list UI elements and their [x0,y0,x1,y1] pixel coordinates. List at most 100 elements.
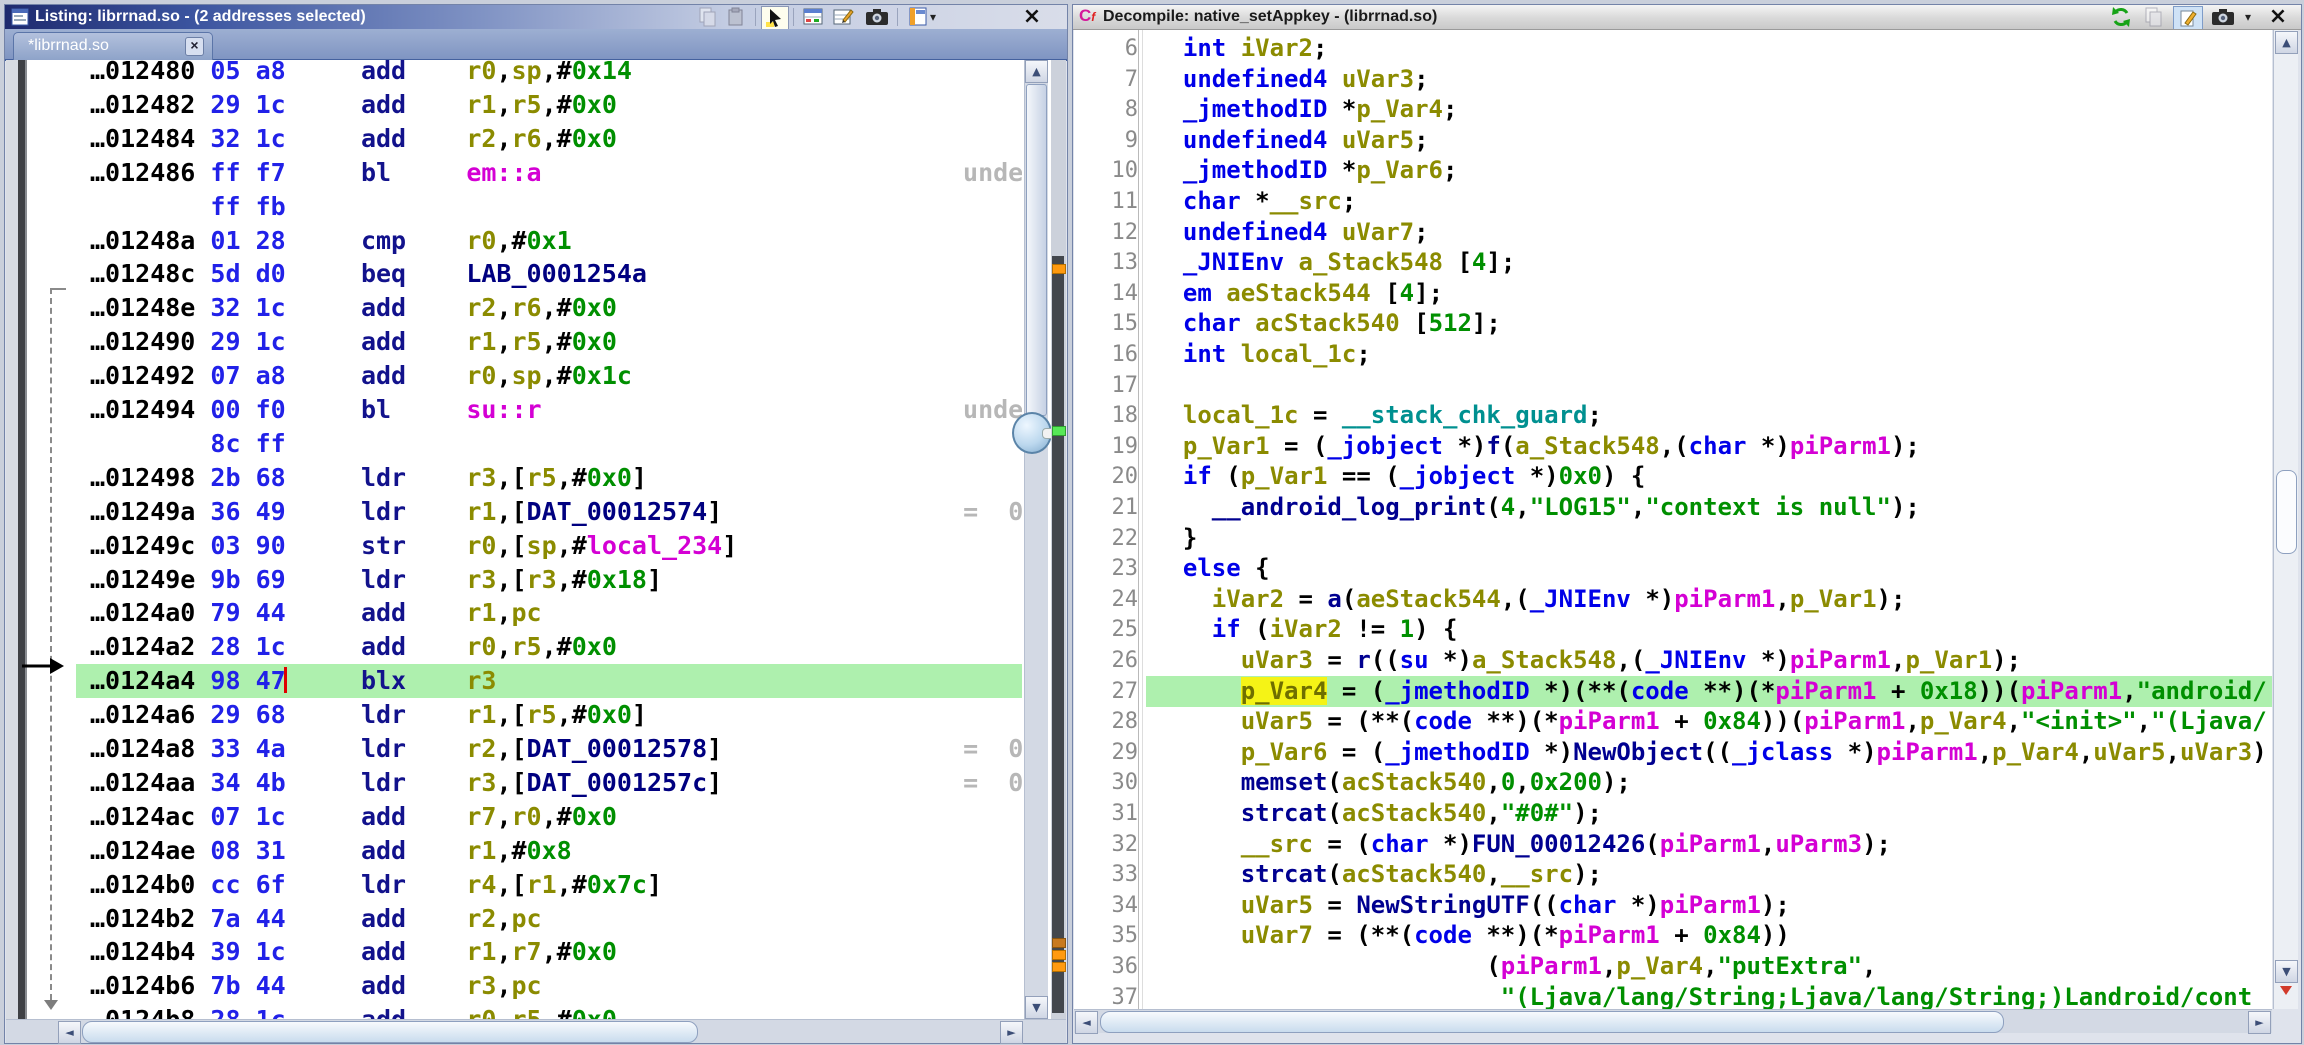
code-text[interactable]: memset(acStack540,0,0x200); [1146,767,2272,798]
scroll-up-icon[interactable]: ▲ [2275,31,2298,54]
refresh-icon[interactable] [2107,6,2135,28]
camera-icon[interactable] [863,6,891,28]
decompile-line[interactable]: 29 p_Var6 = (_jmethodID *)NewObject((_jc… [1074,737,2272,768]
decompile-line[interactable]: 19 p_Var1 = (_jobject *)f(a_Stack548,(ch… [1074,431,2272,462]
code-text[interactable]: else { [1146,553,2272,584]
decompile-line[interactable]: 24 iVar2 = a(aeStack544,(_JNIEnv *)piPar… [1074,584,2272,615]
code-text[interactable]: if (iVar2 != 1) { [1146,614,2272,645]
listing-hscrollbar[interactable]: ◄ ► [6,1019,1066,1043]
listing-row[interactable]: …0124b0 cc 6f ldr r4,[r1,#0x7c] [76,868,1022,902]
decompile-line[interactable]: 14 em aeStack544 [4]; [1074,278,2272,309]
decompile-line[interactable]: 12 undefined4 uVar7; [1074,217,2272,248]
scroll-right-icon[interactable]: ► [1000,1021,1023,1044]
decompiler-hscrollbar[interactable]: ◄ ► [1074,1009,2272,1033]
decompiler-vscrollbar[interactable]: ▲ ▼ [2273,30,2298,1009]
decompile-line[interactable]: 10 _jmethodID *p_Var6; [1074,155,2272,186]
copy-icon[interactable] [695,6,721,28]
listing-row[interactable]: …012484 32 1c add r2,r6,#0x0 [76,122,1022,156]
decompile-line[interactable]: 23 else { [1074,553,2272,584]
dropdown-arrow-icon[interactable]: ▾ [930,10,936,24]
code-text[interactable]: p_Var4 = (_jmethodID *)(**(code **)(*piP… [1146,676,2272,707]
cursor-marker-green[interactable] [1052,426,1066,436]
listing-titlebar[interactable]: Listing: librrnad.so - (2 addresses sele… [5,5,1067,29]
listing-row[interactable]: …012492 07 a8 add r0,sp,#0x1c [76,359,1022,393]
bookmark-marker-orange[interactable] [1052,962,1066,972]
decompile-line[interactable]: 31 strcat(acStack540,"#0#"); [1074,798,2272,829]
listing-hscroll-thumb[interactable] [82,1021,698,1043]
listing-row[interactable]: …0124a0 79 44 add r1,pc [76,596,1022,630]
bookmark-marker-orange[interactable] [1052,950,1066,960]
listing-row[interactable]: …0124aa 34 4b ldr r3,[DAT_0001257c] = 00 [76,766,1022,800]
bookmark-marker-orange[interactable] [1052,264,1066,274]
decompile-line[interactable]: 35 uVar7 = (**(code **)(*piParm1 + 0x84)… [1074,920,2272,951]
listing-row[interactable]: …0124b4 39 1c add r1,r7,#0x0 [76,935,1022,969]
decompile-line[interactable]: 33 strcat(acStack540,__src); [1074,859,2272,890]
code-text[interactable]: p_Var1 = (_jobject *)f(a_Stack548,(char … [1146,431,2272,462]
code-text[interactable]: __android_log_print(4,"LOG15","context i… [1146,492,2272,523]
listing-row[interactable]: …0124b8 28 1c add r0,r5,#0x0 [76,1003,1022,1019]
bookmark-marker-dark-orange[interactable] [1052,938,1066,948]
decompiler-vscroll-thumb[interactable] [2276,470,2297,554]
table-pencil-icon[interactable] [829,6,857,28]
listing-row[interactable]: …01248c 5d d0 beq LAB_0001254a [76,257,1022,291]
decompile-line[interactable]: 27 p_Var4 = (_jmethodID *)(**(code **)(*… [1074,676,2272,707]
listing-row[interactable]: 8c ff [76,427,1022,461]
code-text[interactable]: undefined4 uVar5; [1146,125,2272,156]
code-text[interactable]: uVar5 = NewStringUTF((char *)piParm1); [1146,890,2272,921]
decompile-line[interactable]: 25 if (iVar2 != 1) { [1074,614,2272,645]
code-text[interactable]: "(Ljava/lang/String;Ljava/lang/String;)L… [1146,982,2272,1009]
code-text[interactable]: uVar7 = (**(code **)(*piParm1 + 0x84)) [1146,920,2272,951]
decompile-line[interactable]: 36 (piParm1,p_Var4,"putExtra", [1074,951,2272,982]
decompile-line[interactable]: 20 if (p_Var1 == (_jobject *)0x0) { [1074,461,2272,492]
listing-row[interactable]: ff fb [76,190,1022,224]
decompile-line[interactable]: 18 local_1c = __stack_chk_guard; [1074,400,2272,431]
left-divider-bar[interactable] [18,60,27,1019]
scroll-left-icon[interactable]: ◄ [1075,1011,1098,1034]
listing-row[interactable]: …012494 00 f0 bl su::r undefi [76,393,1022,427]
decompile-line[interactable]: 15 char acStack540 [512]; [1074,308,2272,339]
code-text[interactable]: _jmethodID *p_Var6; [1146,155,2272,186]
code-text[interactable] [1146,370,2272,401]
listing-row[interactable]: …0124a6 29 68 ldr r1,[r5,#0x0] [76,698,1022,732]
listing-row[interactable]: …0124ac 07 1c add r7,r0,#0x0 [76,800,1022,834]
code-text[interactable]: _JNIEnv a_Stack548 [4]; [1146,247,2272,278]
code-text[interactable]: int local_1c; [1146,339,2272,370]
listing-row[interactable]: …01249a 36 49 ldr r1,[DAT_00012574] = 00 [76,495,1022,529]
tab-close-icon[interactable]: × [185,37,204,56]
table-edit-icon[interactable] [799,6,827,28]
decompiler-content[interactable]: 6 int iVar2;7 undefined4 uVar3;8 _jmetho… [1074,30,2272,1009]
code-text[interactable]: uVar5 = (**(code **)(*piParm1 + 0x84))(p… [1146,706,2272,737]
scroll-up-icon[interactable]: ▲ [1025,60,1048,83]
listing-row[interactable]: …012480 05 a8 add r0,sp,#0x14 [76,60,1022,88]
listing-row[interactable]: …01249c 03 90 str r0,[sp,#local_234] [76,529,1022,563]
scroll-right-icon[interactable]: ► [2248,1011,2271,1034]
copy-icon[interactable] [2141,6,2167,28]
decompile-line[interactable]: 22 } [1074,523,2272,554]
listing-row[interactable]: …01248e 32 1c add r2,r6,#0x0 [76,291,1022,325]
decompile-line[interactable]: 30 memset(acStack540,0,0x200); [1074,767,2272,798]
code-text[interactable]: undefined4 uVar3; [1146,64,2272,95]
listing-marker-margin[interactable] [1051,60,1066,1019]
decompile-line[interactable]: 34 uVar5 = NewStringUTF((char *)piParm1)… [1074,890,2272,921]
listing-vscroll-thumb[interactable] [1026,84,1047,416]
listing-row[interactable]: …012498 2b 68 ldr r3,[r5,#0x0] [76,461,1022,495]
scroll-down-icon[interactable]: ▼ [1025,996,1048,1019]
decompiler-titlebar[interactable]: Cf Decompile: native_setAppkey - (librrn… [1073,5,2301,30]
listing-row[interactable]: …012486 ff f7 bl em::a undefi [76,156,1022,190]
scroll-down-icon[interactable]: ▼ [2275,960,2298,983]
paste-icon[interactable] [723,6,749,28]
listing-rows[interactable]: …012480 05 a8 add r0,sp,#0x14…012482 29 … [76,60,1022,1019]
decompile-line[interactable]: 9 undefined4 uVar5; [1074,125,2272,156]
decompile-line[interactable]: 8 _jmethodID *p_Var4; [1074,94,2272,125]
close-icon[interactable]: × [2265,6,2291,28]
camera-icon[interactable] [2209,6,2237,28]
listing-vscrollbar[interactable]: ▲ ▼ [1024,60,1048,1019]
code-text[interactable]: local_1c = __stack_chk_guard; [1146,400,2272,431]
decompile-line[interactable]: 6 int iVar2; [1074,33,2272,64]
decompile-line[interactable]: 17 [1074,370,2272,401]
code-text[interactable]: uVar3 = r((su *)a_Stack548,(_JNIEnv *)pi… [1146,645,2272,676]
decompile-line[interactable]: 28 uVar5 = (**(code **)(*piParm1 + 0x84)… [1074,706,2272,737]
code-text[interactable]: undefined4 uVar7; [1146,217,2272,248]
code-text[interactable]: if (p_Var1 == (_jobject *)0x0) { [1146,461,2272,492]
listing-content[interactable]: …012480 05 a8 add r0,sp,#0x14…012482 29 … [6,60,1066,1019]
